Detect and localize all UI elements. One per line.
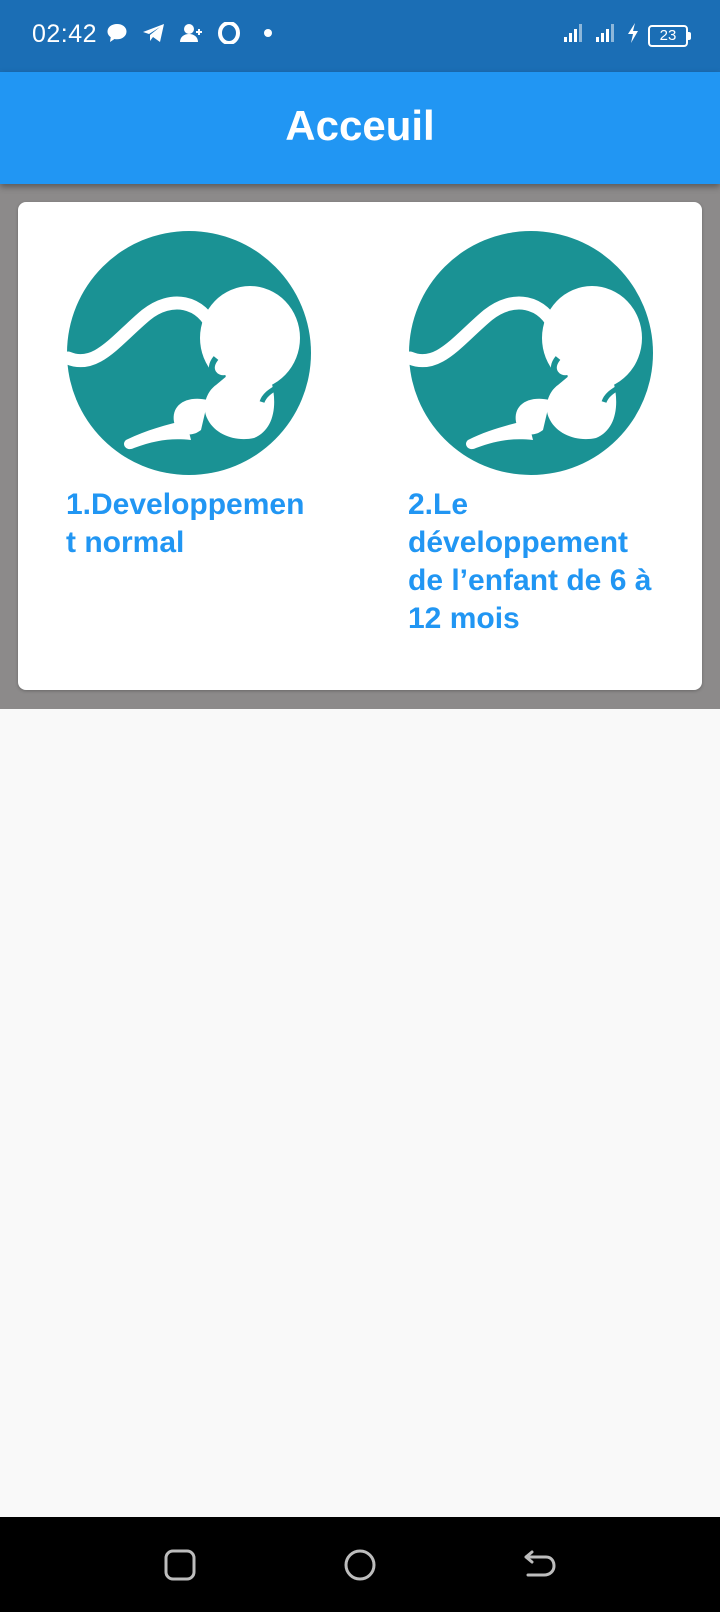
add-contact-icon — [180, 22, 204, 44]
fetus-icon — [66, 231, 311, 475]
grid-item-label: 1.Developpement normal — [66, 488, 305, 559]
back-button[interactable] — [522, 1547, 558, 1583]
notification-icons — [106, 22, 276, 44]
menu-card: 1.Developpement normal 2.Le développemen… — [18, 202, 702, 690]
system-icons: 23 — [562, 22, 691, 49]
telegram-icon — [142, 22, 166, 44]
charging-icon — [626, 22, 640, 49]
opera-icon — [218, 22, 240, 44]
battery-icon: 23 — [648, 24, 691, 47]
status-time: 02:42 — [32, 20, 98, 48]
fetus-icon — [408, 231, 653, 475]
chat-bubble-icon — [106, 22, 128, 44]
recents-button[interactable] — [162, 1547, 198, 1583]
signal-icon — [594, 22, 618, 49]
page-title: Acceuil — [285, 102, 435, 149]
grid-item-label: 2.Le développement de l’enfant de 6 à 12… — [408, 488, 652, 635]
navigation-bar — [0, 1517, 720, 1612]
app-bar: Acceuil — [0, 72, 720, 184]
grid-item-developpement-6-12-mois[interactable]: 2.Le développement de l’enfant de 6 à 12… — [408, 230, 656, 638]
status-bar: 02:42 23 — [0, 0, 720, 72]
empty-content-area — [0, 709, 720, 1517]
signal-icon — [562, 22, 586, 49]
grid-item-developpement-normal[interactable]: 1.Developpement normal — [66, 230, 314, 562]
home-button[interactable] — [342, 1547, 378, 1583]
dot-icon — [254, 22, 276, 44]
